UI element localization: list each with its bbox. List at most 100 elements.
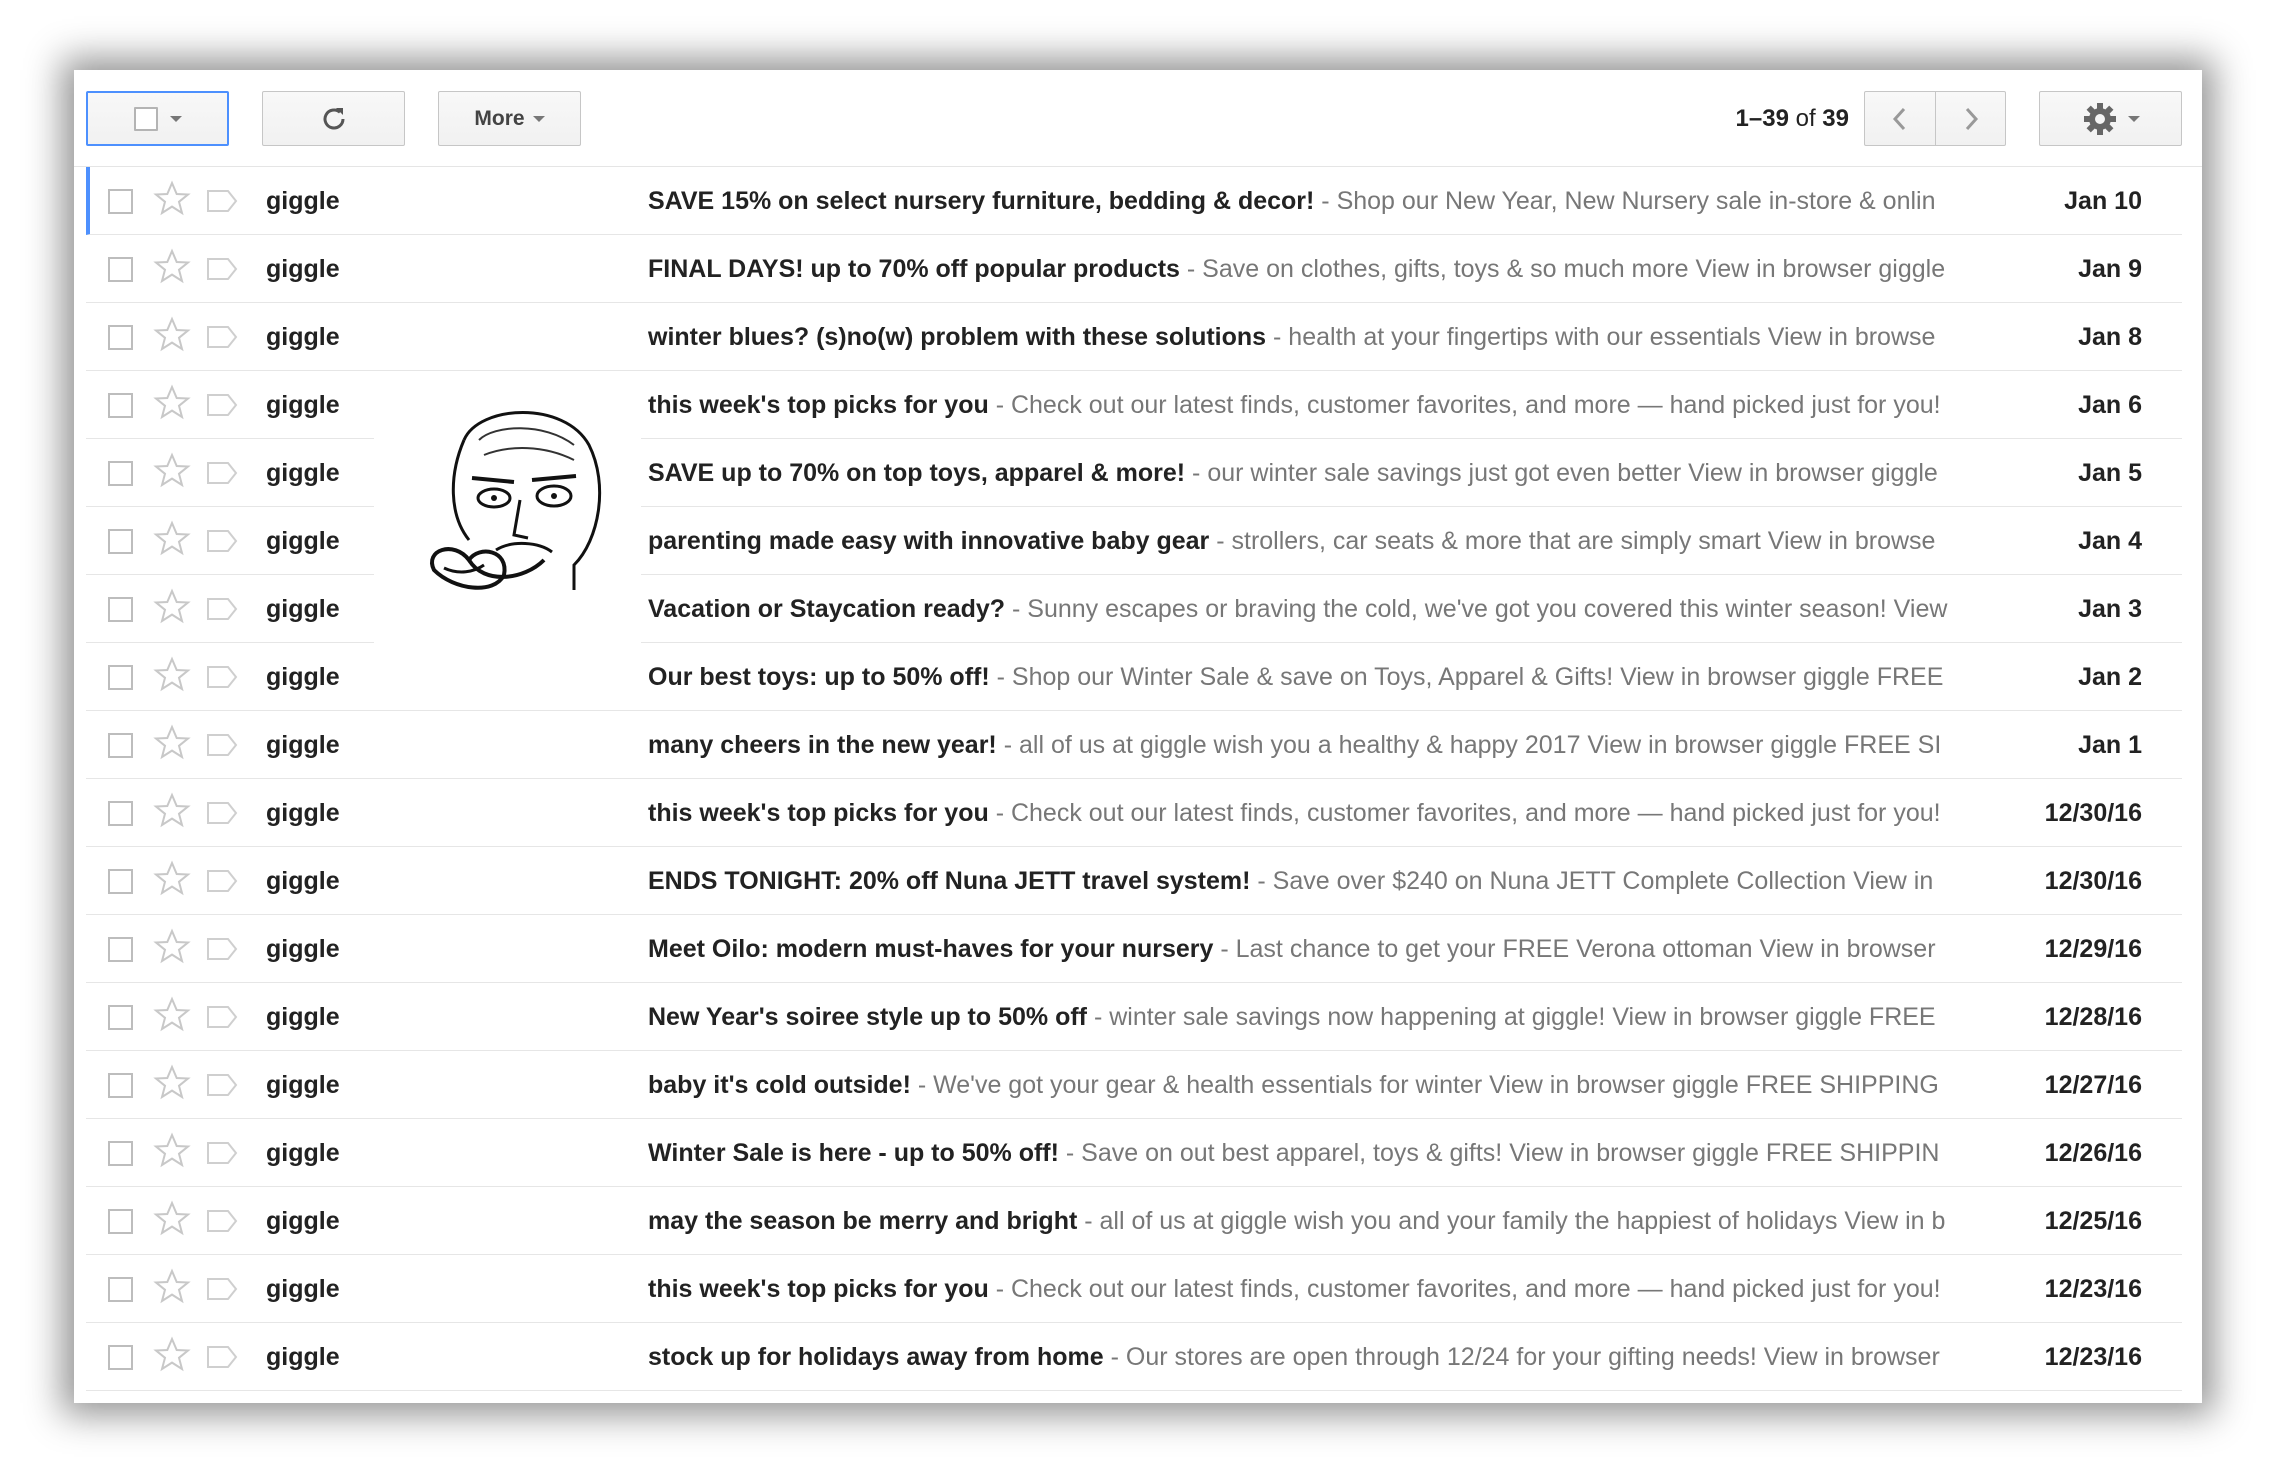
- table-row[interactable]: giggle this week's top picks for you - Ch…: [86, 1255, 2182, 1323]
- table-row[interactable]: giggle ENDS TONIGHT: 20% off Nuna JETT tr…: [86, 847, 2182, 915]
- importance-marker-icon[interactable]: [206, 257, 238, 281]
- pager-count: 1–39 of 39: [1674, 100, 1849, 138]
- importance-marker-icon[interactable]: [206, 529, 238, 553]
- star-icon[interactable]: [152, 927, 192, 967]
- email-snippet: - winter sale savings now happening at g…: [1087, 1003, 1936, 1031]
- table-row[interactable]: giggle stock up for holidays away from ho…: [86, 1323, 2182, 1391]
- email-sender: giggle: [266, 1003, 340, 1031]
- importance-marker-icon[interactable]: [206, 937, 238, 961]
- importance-marker-icon[interactable]: [206, 1005, 238, 1029]
- select-all-button[interactable]: [86, 91, 229, 146]
- row-checkbox[interactable]: [108, 937, 133, 962]
- email-snippet: - Check out our latest finds, customer f…: [988, 391, 1941, 419]
- row-checkbox[interactable]: [108, 257, 133, 282]
- star-icon[interactable]: [152, 451, 192, 491]
- star-icon[interactable]: [152, 315, 192, 355]
- email-subject-line: Vacation or Staycation ready? - Sunny es…: [648, 575, 2048, 643]
- importance-marker-icon[interactable]: [206, 393, 238, 417]
- newer-button[interactable]: [1864, 91, 1936, 146]
- table-row[interactable]: giggle Our best toys: up to 50% off! - Sh…: [86, 643, 2182, 711]
- row-checkbox[interactable]: [108, 801, 133, 826]
- row-checkbox[interactable]: [108, 665, 133, 690]
- email-subject: New Year's soiree style up to 50% off: [648, 1003, 1087, 1031]
- star-icon[interactable]: [152, 1267, 192, 1307]
- row-checkbox[interactable]: [108, 1277, 133, 1302]
- table-row[interactable]: giggle many cheers in the new year! - all…: [86, 711, 2182, 779]
- more-button[interactable]: More: [438, 91, 581, 146]
- importance-marker-icon[interactable]: [206, 1073, 238, 1097]
- settings-button[interactable]: [2039, 91, 2182, 146]
- importance-marker-icon[interactable]: [206, 189, 238, 213]
- importance-marker-icon[interactable]: [206, 801, 238, 825]
- star-icon[interactable]: [152, 1335, 192, 1375]
- email-subject: winter blues? (s)no(w) problem with thes…: [648, 323, 1267, 351]
- importance-marker-icon[interactable]: [206, 733, 238, 757]
- email-snippet: - Check out our latest finds, customer f…: [988, 799, 1941, 827]
- row-checkbox[interactable]: [108, 1005, 133, 1030]
- star-icon[interactable]: [152, 1063, 192, 1103]
- table-row[interactable]: giggle Meet Oilo: modern must-haves for y…: [86, 915, 2182, 983]
- row-checkbox[interactable]: [108, 461, 133, 486]
- row-checkbox[interactable]: [108, 1345, 133, 1370]
- row-checkbox[interactable]: [108, 189, 133, 214]
- row-checkbox[interactable]: [108, 733, 133, 758]
- importance-marker-icon[interactable]: [206, 1141, 238, 1165]
- importance-marker-icon[interactable]: [206, 1345, 238, 1369]
- checkbox-icon: [133, 106, 158, 131]
- row-checkbox[interactable]: [108, 1141, 133, 1166]
- table-row[interactable]: giggle may the season be merry and bright…: [86, 1187, 2182, 1255]
- star-icon[interactable]: [152, 995, 192, 1035]
- email-date: 12/23/16: [2044, 1343, 2142, 1371]
- importance-marker-icon[interactable]: [206, 869, 238, 893]
- row-checkbox[interactable]: [108, 529, 133, 554]
- email-subject: this week's top picks for you: [648, 799, 989, 827]
- email-subject: Winter Sale is here - up to 50% off!: [648, 1139, 1059, 1167]
- importance-marker-icon[interactable]: [206, 597, 238, 621]
- table-row[interactable]: giggle Winter Sale is here - up to 50% of…: [86, 1119, 2182, 1187]
- email-subject: Our best toys: up to 50% off!: [648, 663, 990, 691]
- row-checkbox[interactable]: [108, 325, 133, 350]
- older-button[interactable]: [1935, 91, 2006, 146]
- importance-marker-icon[interactable]: [206, 1277, 238, 1301]
- table-row[interactable]: giggle New Year's soiree style up to 50% …: [86, 983, 2182, 1051]
- importance-marker-icon[interactable]: [206, 665, 238, 689]
- email-date: Jan 8: [2078, 323, 2142, 351]
- star-icon[interactable]: [152, 859, 192, 899]
- importance-marker-icon[interactable]: [206, 1209, 238, 1233]
- table-row[interactable]: giggle this week's top picks for you - Ch…: [86, 779, 2182, 847]
- star-icon[interactable]: [152, 383, 192, 423]
- email-subject-line: SAVE up to 70% on top toys, apparel & mo…: [648, 439, 2048, 507]
- star-icon[interactable]: [152, 1199, 192, 1239]
- star-icon[interactable]: [152, 791, 192, 831]
- email-subject-line: this week's top picks for you - Check ou…: [648, 779, 2048, 847]
- star-icon[interactable]: [152, 1131, 192, 1171]
- star-icon[interactable]: [152, 655, 192, 695]
- email-date: Jan 5: [2078, 459, 2142, 487]
- importance-marker-icon[interactable]: [206, 325, 238, 349]
- email-snippet: - Save on clothes, gifts, toys & so much…: [1179, 255, 1946, 283]
- star-icon[interactable]: [152, 179, 192, 219]
- email-snippet: - Save over $240 on Nuna JETT Complete C…: [1250, 867, 1934, 895]
- star-icon[interactable]: [152, 519, 192, 559]
- row-checkbox[interactable]: [108, 393, 133, 418]
- row-checkbox[interactable]: [108, 597, 133, 622]
- table-row[interactable]: giggle SAVE 15% on select nursery furnitu…: [86, 167, 2182, 235]
- importance-marker-icon[interactable]: [206, 461, 238, 485]
- star-icon[interactable]: [152, 723, 192, 763]
- row-checkbox[interactable]: [108, 1209, 133, 1234]
- row-checkbox[interactable]: [108, 1073, 133, 1098]
- star-icon[interactable]: [152, 587, 192, 627]
- refresh-button[interactable]: [262, 91, 405, 146]
- email-subject-line: may the season be merry and bright - all…: [648, 1187, 2048, 1255]
- email-date: 12/28/16: [2044, 1003, 2142, 1031]
- email-subject-line: ENDS TONIGHT: 20% off Nuna JETT travel s…: [648, 847, 2048, 915]
- row-checkbox[interactable]: [108, 869, 133, 894]
- email-subject-line: Our best toys: up to 50% off! - Shop our…: [648, 643, 2048, 711]
- email-snippet: - our winter sale savings just got even …: [1185, 459, 1938, 487]
- email-subject-line: Winter Sale is here - up to 50% off! - S…: [648, 1119, 2048, 1187]
- table-row[interactable]: giggle winter blues? (s)no(w) problem wit…: [86, 303, 2182, 371]
- table-row[interactable]: giggle baby it's cold outside! - We've go…: [86, 1051, 2182, 1119]
- star-icon[interactable]: [152, 247, 192, 287]
- table-row[interactable]: giggle FINAL DAYS! up to 70% off popular …: [86, 235, 2182, 303]
- email-sender: giggle: [266, 255, 340, 283]
